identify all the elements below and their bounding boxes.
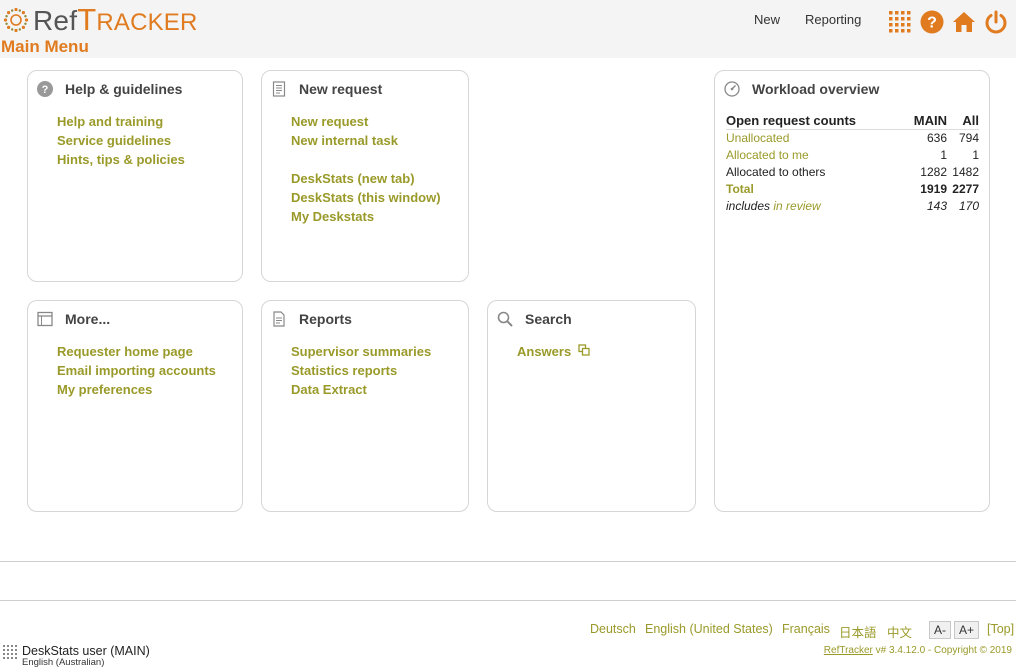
grid-icon[interactable]	[888, 10, 912, 34]
font-larger-button[interactable]: A+	[954, 621, 980, 639]
link-my-deskstats[interactable]: My Deskstats	[291, 207, 441, 226]
link-deskstats-new-tab[interactable]: DeskStats (new tab)	[291, 169, 441, 188]
table-row: Unallocated 636 794	[726, 130, 979, 148]
panel-help-header: ? Help & guidelines	[37, 81, 182, 97]
panel-more-title: More...	[65, 311, 111, 327]
lang-chinese[interactable]: 中文	[887, 622, 912, 641]
link-answers[interactable]: Answers	[517, 342, 590, 361]
panel-search: Search Answers	[487, 300, 696, 512]
logo-text: RefTRACKER	[33, 2, 198, 37]
link-service-guidelines[interactable]: Service guidelines	[57, 131, 185, 150]
cell-total-main: 1919	[920, 182, 947, 196]
cell-unallocated-main: 636	[926, 131, 947, 145]
panel-search-title: Search	[525, 311, 572, 327]
link-in-review[interactable]: in review	[773, 199, 820, 213]
col-all: All	[947, 112, 979, 130]
svg-text:?: ?	[42, 84, 49, 96]
panel-workload: Workload overview Open request counts MA…	[714, 70, 990, 512]
workload-header-row: Open request counts MAIN All	[726, 112, 979, 130]
more-links: Requester home page Email importing acco…	[57, 342, 216, 399]
lang-deutsch[interactable]: Deutsch	[590, 622, 636, 636]
window-icon	[37, 311, 53, 327]
version-info: RefTracker v# 3.4.12.0 - Copyright © 201…	[823, 645, 1012, 656]
cell-review-all: 170	[958, 199, 979, 213]
table-row: includes in review 143 170	[726, 198, 979, 215]
panel-more-header: More...	[37, 311, 110, 327]
panel-workload-title: Workload overview	[752, 81, 880, 97]
speedometer-icon	[724, 81, 740, 97]
label-allocated-to-others: Allocated to others	[726, 165, 826, 179]
font-smaller-button[interactable]: A-	[929, 621, 951, 639]
help-links: Help and training Service guidelines Hin…	[57, 112, 185, 169]
panel-new-request: New request New request New internal tas…	[261, 70, 469, 282]
panel-reports: Reports Supervisor summaries Statistics …	[261, 300, 469, 512]
link-new-request[interactable]: New request	[291, 112, 441, 131]
panel-more: More... Requester home page Email import…	[27, 300, 243, 512]
report-document-icon	[273, 311, 285, 327]
nav-reporting[interactable]: Reporting	[805, 12, 861, 27]
home-icon[interactable]	[952, 10, 976, 34]
panel-reports-title: Reports	[299, 311, 352, 327]
search-links: Answers	[517, 342, 590, 361]
app-header: RefTRACKER Main Menu New Reporting ?	[0, 0, 1016, 58]
reports-links: Supervisor summaries Statistics reports …	[291, 342, 431, 399]
logo-sunburst-icon	[3, 7, 29, 33]
new-window-icon	[578, 344, 590, 356]
cell-allocated-others-main: 1282	[920, 165, 947, 179]
link-data-extract[interactable]: Data Extract	[291, 380, 431, 399]
table-row: Allocated to others 1282 1482	[726, 164, 979, 181]
page-title: Main Menu	[1, 37, 89, 56]
panel-new-request-title: New request	[299, 81, 383, 97]
cell-unallocated-all: 794	[958, 131, 979, 145]
link-reftracker[interactable]: RefTracker	[824, 645, 873, 656]
link-total[interactable]: Total	[726, 182, 754, 196]
panel-reports-header: Reports	[271, 311, 352, 327]
lang-francais[interactable]: Français	[782, 622, 830, 636]
bottom-panel	[0, 561, 1016, 601]
link-email-importing[interactable]: Email importing accounts	[57, 361, 216, 380]
link-help-training[interactable]: Help and training	[57, 112, 185, 131]
link-unallocated[interactable]: Unallocated	[726, 131, 789, 145]
grid-dots-icon[interactable]	[3, 645, 17, 659]
link-hints-tips[interactable]: Hints, tips & policies	[57, 150, 185, 169]
link-new-internal-task[interactable]: New internal task	[291, 131, 441, 150]
table-row: Allocated to me 1 1	[726, 147, 979, 164]
link-statistics-reports[interactable]: Statistics reports	[291, 361, 431, 380]
power-icon[interactable]	[984, 10, 1008, 34]
panel-workload-header: Workload overview	[724, 81, 879, 97]
current-user: DeskStats user (MAIN)	[22, 644, 150, 658]
app-logo[interactable]: RefTRACKER	[3, 2, 198, 37]
help-icon[interactable]: ?	[920, 10, 944, 34]
cell-allocated-me-all: 1	[972, 148, 979, 162]
cell-allocated-me-main: 1	[940, 148, 947, 162]
lang-english-us[interactable]: English (United States)	[645, 622, 773, 636]
search-icon	[497, 311, 513, 327]
cell-total-all: 2277	[952, 182, 979, 196]
panel-search-header: Search	[497, 311, 572, 327]
lang-japanese[interactable]: 日本語	[839, 622, 877, 641]
link-spacer	[291, 150, 441, 169]
col-main: MAIN	[902, 112, 947, 130]
panel-help-title: Help & guidelines	[65, 81, 183, 97]
link-top[interactable]: [Top]	[987, 622, 1014, 636]
table-row: Total 1919 2277	[726, 181, 979, 198]
link-allocated-to-me[interactable]: Allocated to me	[726, 148, 809, 162]
svg-text:?: ?	[927, 15, 937, 32]
new-request-links: New request New internal task DeskStats …	[291, 112, 441, 226]
question-circle-icon: ?	[37, 81, 53, 97]
link-deskstats-this-window[interactable]: DeskStats (this window)	[291, 188, 441, 207]
workload-table: Open request counts MAIN All Unallocated…	[726, 112, 979, 215]
link-my-preferences[interactable]: My preferences	[57, 380, 216, 399]
link-requester-home[interactable]: Requester home page	[57, 342, 216, 361]
current-user-language: English (Australian)	[22, 657, 105, 668]
link-supervisor-summaries[interactable]: Supervisor summaries	[291, 342, 431, 361]
col-open-request-counts: Open request counts	[726, 112, 903, 130]
label-includes-review: includes in review	[726, 199, 821, 213]
nav-new[interactable]: New	[754, 12, 780, 27]
panel-help: ? Help & guidelines Help and training Se…	[27, 70, 243, 282]
cell-review-main: 143	[926, 199, 947, 213]
document-icon	[272, 81, 286, 97]
cell-allocated-others-all: 1482	[952, 165, 979, 179]
panel-new-request-header: New request	[271, 81, 382, 97]
